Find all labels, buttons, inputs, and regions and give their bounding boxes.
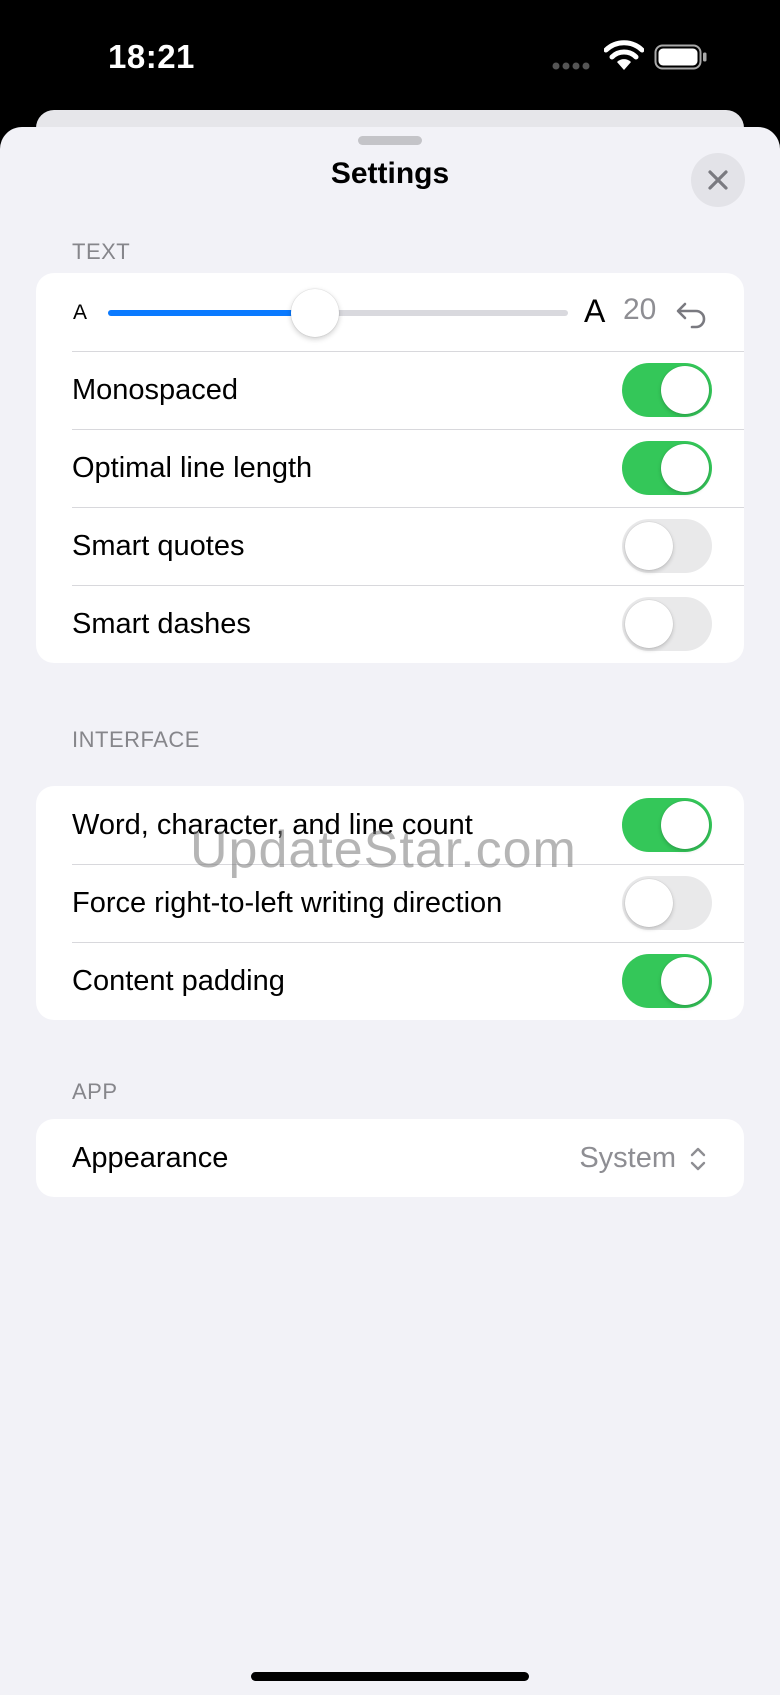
page-title: Settings — [330, 157, 450, 190]
toggle-knob — [661, 444, 709, 492]
row-label: Force right-to-left writing direction — [72, 886, 503, 919]
font-size-value: 20 — [623, 293, 657, 326]
interface-settings-group: Word, character, and line count Force ri… — [36, 786, 744, 1020]
toggle-knob — [661, 366, 709, 414]
setting-row-rtl-direction[interactable]: Force right-to-left writing direction — [36, 864, 744, 942]
row-label: Word, character, and line count — [72, 808, 473, 841]
toggle-knob — [625, 879, 673, 927]
section-header-interface: INTERFACE — [72, 727, 200, 752]
row-label: Smart quotes — [72, 529, 245, 562]
chevron-up-down-icon — [690, 1147, 706, 1171]
row-label: Smart dashes — [72, 607, 251, 640]
word-count-toggle[interactable] — [622, 798, 712, 852]
smart-dashes-toggle[interactable] — [622, 597, 712, 651]
cellular-signal-icon — [552, 62, 590, 70]
text-settings-group: A A 20 Monospaced Optimal line length Sm… — [36, 273, 744, 663]
row-label: Appearance — [72, 1141, 229, 1174]
large-font-glyph: A — [584, 293, 606, 329]
section-header-text: TEXT — [72, 239, 131, 264]
toggle-knob — [661, 957, 709, 1005]
section-header-app: APP — [72, 1079, 118, 1104]
app-settings-group: Appearance System — [36, 1119, 744, 1197]
home-indicator[interactable] — [251, 1672, 529, 1681]
toggle-knob — [661, 801, 709, 849]
row-label: Optimal line length — [72, 451, 313, 484]
status-bar: 18:21 — [0, 0, 780, 120]
setting-row-word-count[interactable]: Word, character, and line count — [36, 786, 744, 864]
optimal-line-length-toggle[interactable] — [622, 441, 712, 495]
battery-icon — [654, 44, 707, 70]
monospaced-toggle[interactable] — [622, 363, 712, 417]
slider-fill — [108, 310, 315, 316]
content-padding-toggle[interactable] — [622, 954, 712, 1008]
rtl-direction-toggle[interactable] — [622, 876, 712, 930]
setting-row-smart-quotes[interactable]: Smart quotes — [36, 507, 744, 585]
appearance-value[interactable]: System — [579, 1142, 676, 1175]
smart-quotes-toggle[interactable] — [622, 519, 712, 573]
font-size-row: A A 20 — [36, 273, 744, 351]
font-size-slider[interactable] — [108, 289, 568, 337]
status-time: 18:21 — [108, 38, 195, 75]
sheet-grabber[interactable] — [358, 136, 422, 145]
wifi-icon — [604, 40, 644, 70]
slider-knob[interactable] — [291, 289, 339, 337]
settings-sheet: Settings TEXT A A 20 Monospaced Optimal … — [0, 127, 780, 1695]
close-icon — [708, 170, 728, 190]
close-button[interactable] — [691, 153, 745, 207]
setting-row-smart-dashes[interactable]: Smart dashes — [36, 585, 744, 663]
row-label: Monospaced — [72, 373, 239, 406]
setting-row-content-padding[interactable]: Content padding — [36, 942, 744, 1020]
reset-icon[interactable] — [674, 295, 710, 331]
small-font-glyph: A — [73, 301, 88, 324]
setting-row-optimal-line-length[interactable]: Optimal line length — [36, 429, 744, 507]
row-label: Content padding — [72, 964, 285, 997]
setting-row-appearance[interactable]: Appearance System — [36, 1119, 744, 1197]
toggle-knob — [625, 600, 673, 648]
toggle-knob — [625, 522, 673, 570]
setting-row-monospaced[interactable]: Monospaced — [36, 351, 744, 429]
